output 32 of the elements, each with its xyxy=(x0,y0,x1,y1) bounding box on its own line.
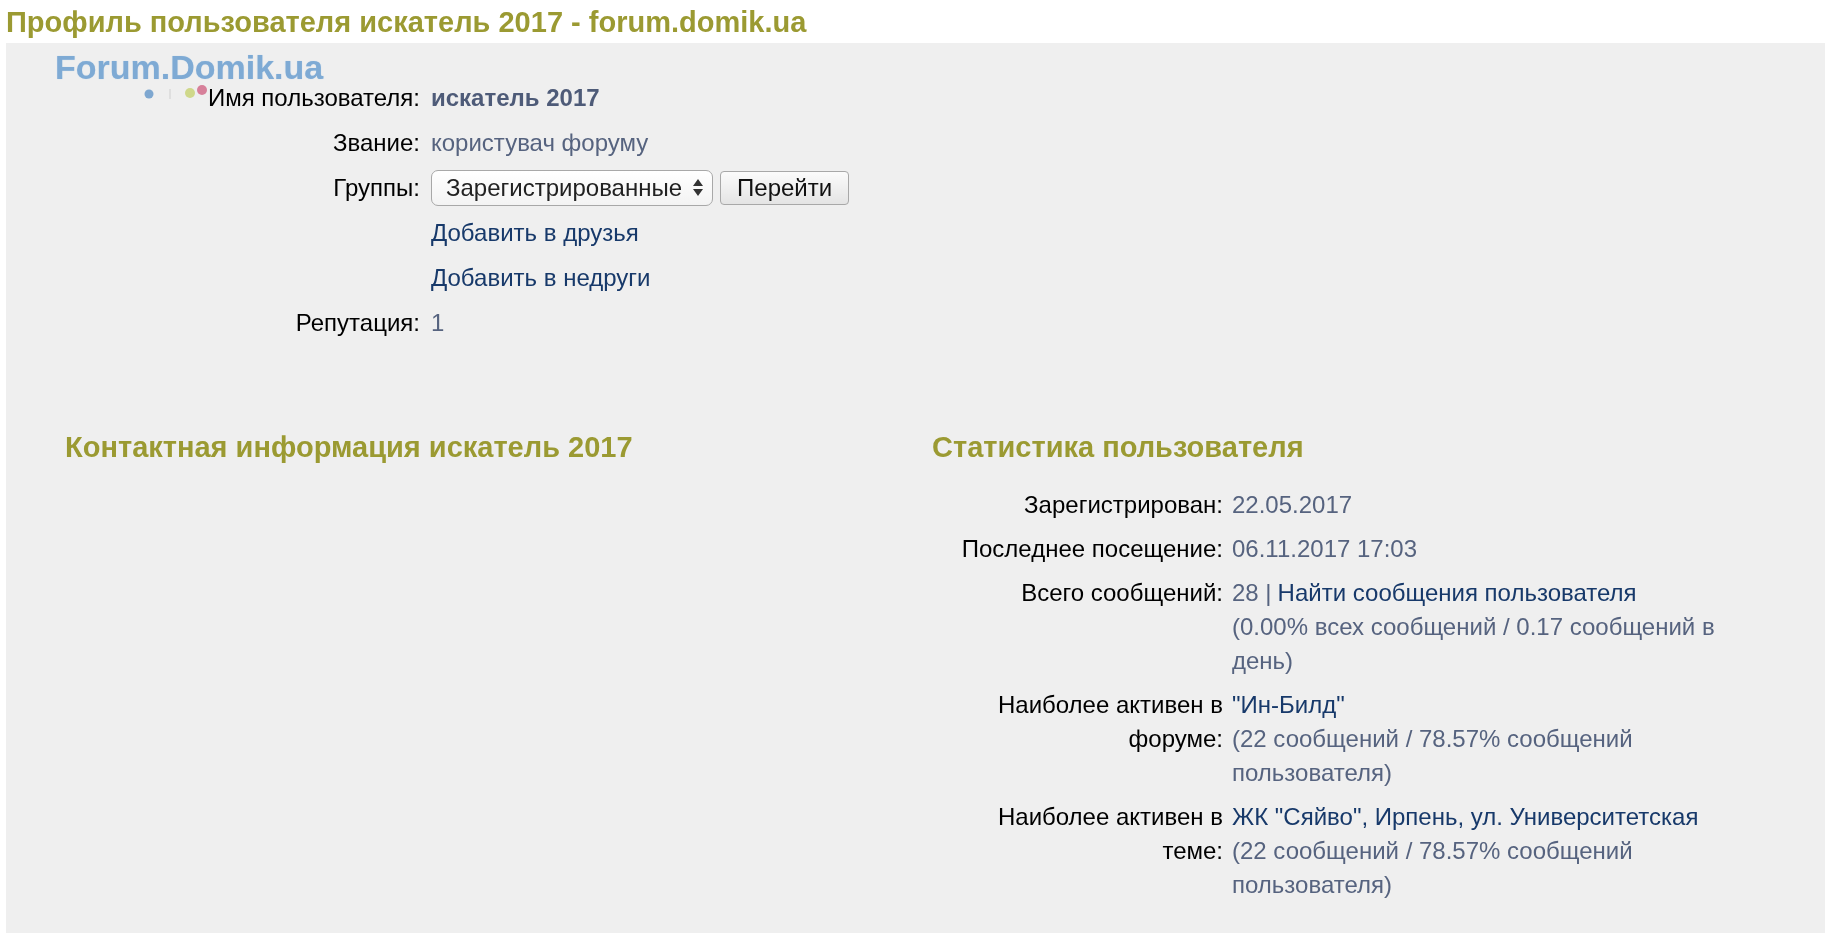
updown-icon xyxy=(693,179,704,196)
dot-icon xyxy=(197,85,207,95)
stat-label: Последнее посещение: xyxy=(961,534,1223,564)
stat-note: (22 сообщений / 78.57% сообщений пользователя) xyxy=(1232,724,1634,788)
stat-label: Наиболее активен в форуме: xyxy=(996,690,1223,754)
field-value: искатель 2017 xyxy=(431,83,600,112)
action-link[interactable]: Добавить в друзья xyxy=(431,218,639,247)
dot-icon xyxy=(185,88,195,98)
field-value: 1 xyxy=(431,308,445,337)
page-title: Профиль пользователя искатель 2017 - forum.domik.ua xyxy=(5,5,807,40)
stat-link[interactable]: "Ин-Билд" xyxy=(1232,691,1345,718)
field-label: Звание: xyxy=(333,128,420,157)
action-link[interactable]: Добавить в недруги xyxy=(431,263,651,292)
groups-select[interactable]: Зарегистрированные xyxy=(431,169,714,206)
stat-value: 28 | xyxy=(1232,579,1272,606)
dot-icon xyxy=(144,89,154,99)
stat-link[interactable]: Найти сообщения пользователя xyxy=(1277,579,1637,606)
stat-label: Всего сообщений: xyxy=(1021,578,1223,608)
stat-value: 06.11.2017 17:03 xyxy=(1232,535,1418,562)
section-heading: Статистика пользователя xyxy=(932,431,1304,463)
section-heading: Контактная информация искатель 2017 xyxy=(65,431,633,463)
stat-label: Зарегистрирован: xyxy=(1024,490,1223,520)
field-label: Группы: xyxy=(333,173,420,202)
stat-value: 22.05.2017 xyxy=(1232,491,1353,518)
field-label: Имя пользователя: xyxy=(207,83,420,112)
field-label: Репутация: xyxy=(295,308,420,337)
stat-note: (22 сообщений / 78.57% сообщений пользователя) xyxy=(1232,836,1634,900)
go-button[interactable]: Перейти xyxy=(720,170,850,205)
stat-label: Наиболее активен в теме: xyxy=(996,802,1223,866)
field-value: користувач форуму xyxy=(431,128,649,157)
stat-link[interactable]: ЖК "Сяйво", Ирпень, ул. Университетская xyxy=(1232,803,1699,830)
stat-note: (0.00% всех сообщений / 0.17 сообщений в день) xyxy=(1232,612,1716,676)
